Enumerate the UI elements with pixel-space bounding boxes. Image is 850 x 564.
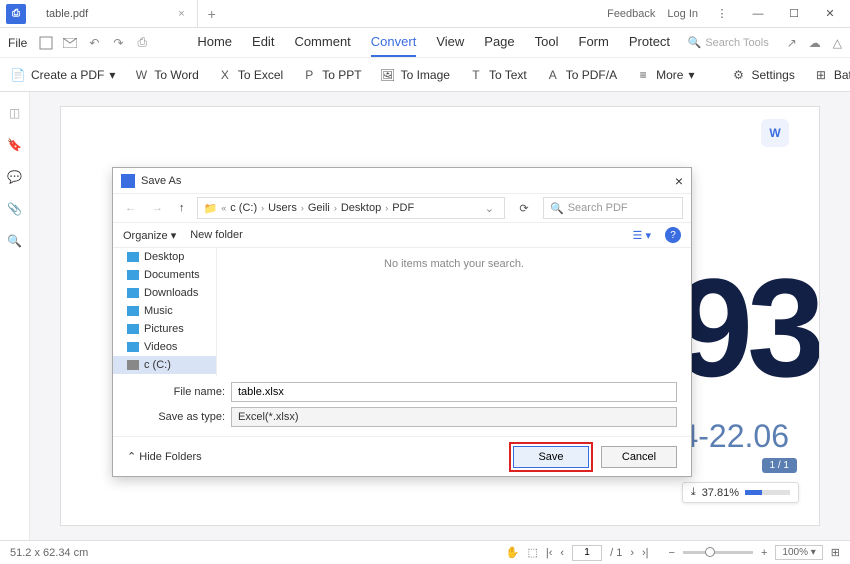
- dialog-titlebar: Save As ×: [113, 168, 691, 194]
- file-list-area[interactable]: No items match your search.: [217, 248, 691, 376]
- saveas-type-select[interactable]: Excel(*.xlsx): [231, 407, 677, 427]
- folder-tree[interactable]: Desktop Documents Downloads Music Pictur…: [113, 248, 217, 376]
- dialog-backdrop: Save As × ← → ↑ 📁 « c (C:)› Users› Geili…: [0, 0, 850, 564]
- dialog-title-text: Save As: [141, 175, 181, 187]
- view-mode-icon[interactable]: ☰ ▾: [633, 229, 651, 242]
- saveas-type-label: Save as type:: [153, 411, 225, 423]
- empty-message: No items match your search.: [384, 258, 524, 270]
- filename-input[interactable]: [231, 382, 677, 402]
- save-highlight: Save: [509, 442, 593, 472]
- dialog-app-icon: [121, 174, 135, 188]
- breadcrumb-bar[interactable]: 📁 « c (C:)› Users› Geili› Desktop› PDF ⌄: [197, 197, 506, 219]
- dialog-footer: ⌃ Hide Folders Save Cancel: [113, 436, 691, 476]
- help-icon[interactable]: ?: [665, 227, 681, 243]
- folder-icon: 📁: [204, 202, 218, 215]
- dialog-close-button[interactable]: ×: [675, 173, 683, 189]
- hide-folders-button[interactable]: ⌃ Hide Folders: [127, 450, 202, 463]
- nav-back-icon[interactable]: ←: [121, 202, 140, 214]
- dialog-navbar: ← → ↑ 📁 « c (C:)› Users› Geili› Desktop›…: [113, 194, 691, 222]
- new-folder-button[interactable]: New folder: [190, 229, 243, 241]
- filename-label: File name:: [153, 386, 225, 398]
- tree-music[interactable]: Music: [113, 302, 216, 320]
- tree-videos[interactable]: Videos: [113, 338, 216, 356]
- tree-downloads[interactable]: Downloads: [113, 284, 216, 302]
- nav-forward-icon[interactable]: →: [148, 202, 167, 214]
- cancel-button[interactable]: Cancel: [601, 446, 677, 468]
- dialog-fields: File name: Save as type: Excel(*.xlsx): [113, 376, 691, 436]
- dialog-toolbar: Organize ▾ New folder ☰ ▾ ?: [113, 222, 691, 248]
- organize-button[interactable]: Organize ▾: [123, 229, 176, 242]
- breadcrumb-dropdown-icon[interactable]: ⌄: [481, 202, 498, 215]
- tree-pictures[interactable]: Pictures: [113, 320, 216, 338]
- refresh-icon[interactable]: ⟳: [513, 202, 535, 215]
- tree-c-drive[interactable]: c (C:): [113, 356, 216, 374]
- tree-desktop[interactable]: Desktop: [113, 248, 216, 266]
- dialog-search-input[interactable]: 🔍 Search PDF: [543, 197, 683, 219]
- nav-up-icon[interactable]: ↑: [175, 202, 189, 214]
- dialog-body: Desktop Documents Downloads Music Pictur…: [113, 248, 691, 376]
- tree-documents[interactable]: Documents: [113, 266, 216, 284]
- search-icon: 🔍: [550, 202, 564, 215]
- save-button[interactable]: Save: [513, 446, 589, 468]
- save-as-dialog: Save As × ← → ↑ 📁 « c (C:)› Users› Geili…: [112, 167, 692, 477]
